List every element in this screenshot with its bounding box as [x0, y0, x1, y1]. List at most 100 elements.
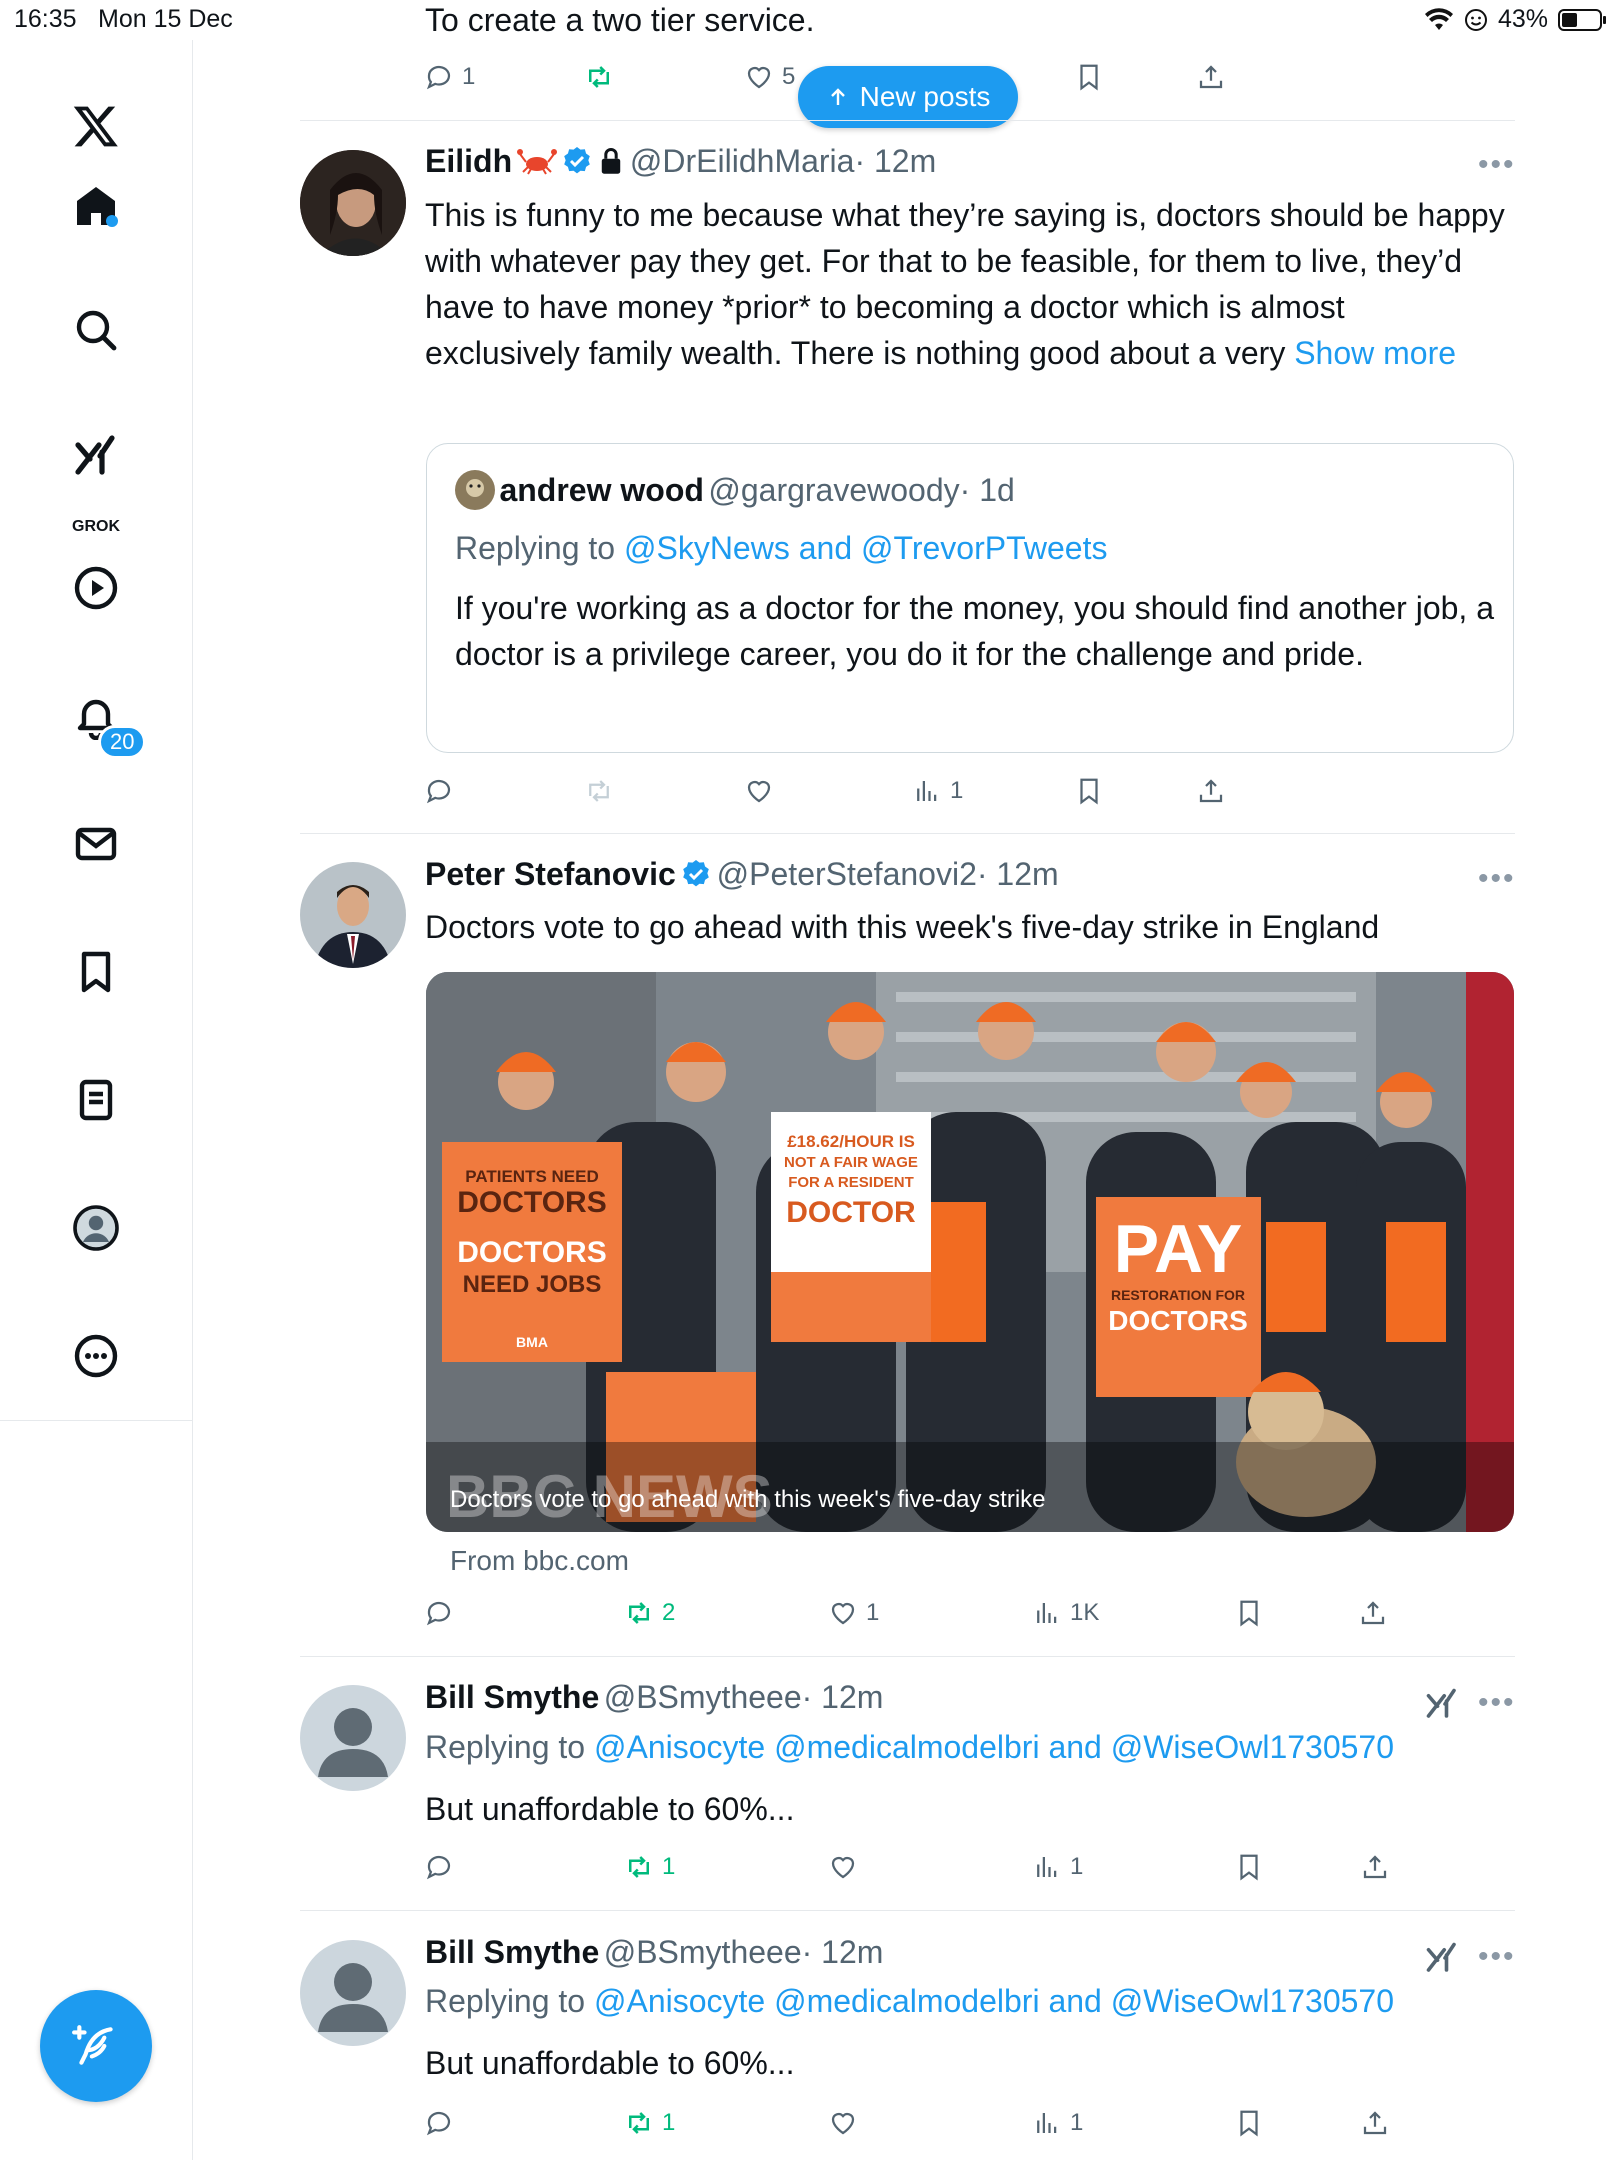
focus-icon — [1464, 8, 1487, 31]
reply-icon — [426, 779, 451, 804]
retweet-count: 1 — [662, 2109, 676, 2136]
replying-line: Replying to @Anisocyte @medicalmodelbri … — [425, 1983, 1394, 2020]
show-more-link[interactable]: Show more — [1294, 335, 1456, 371]
share-button[interactable] — [1196, 62, 1226, 92]
reply-button[interactable] — [424, 776, 454, 806]
post-actions: 2 1 1K — [424, 1598, 1424, 1638]
post-time: · 12m — [854, 143, 937, 179]
views-chart-icon — [917, 781, 937, 801]
quoted-post[interactable]: andrew wood @gargravewoody· 1d Replying … — [426, 443, 1514, 753]
more-options-icon[interactable]: ••• — [1478, 148, 1516, 182]
retweet-button[interactable] — [584, 62, 614, 92]
heart-icon — [747, 66, 771, 89]
bookmark-button[interactable] — [1234, 2108, 1264, 2138]
grok-icon[interactable] — [1424, 1686, 1460, 1727]
placard-text: £18.62/HOUR IS — [787, 1132, 915, 1151]
status-date: Mon 15 Dec — [98, 5, 233, 33]
author-handle[interactable]: @BSmytheee — [604, 1679, 802, 1715]
avatar[interactable] — [300, 1940, 406, 2046]
compose-post-button[interactable] — [40, 1990, 152, 2102]
reply-icon — [426, 65, 451, 90]
like-button[interactable]: 5 — [744, 62, 795, 92]
author-handle[interactable]: @BSmytheee — [604, 1934, 802, 1970]
author-name[interactable]: Peter Stefanovic — [425, 856, 676, 892]
reply-button[interactable] — [424, 2108, 454, 2138]
link-source[interactable]: From bbc.com — [450, 1545, 629, 1577]
grok-icon[interactable] — [60, 420, 132, 492]
post-header: Bill Smythe @BSmytheee· 12m — [425, 1934, 883, 1971]
replying-to-link[interactable]: @SkyNews and @TrevorPTweets — [624, 530, 1107, 566]
lock-icon — [602, 148, 621, 174]
like-button[interactable] — [744, 776, 774, 806]
new-posts-label: New posts — [859, 81, 991, 112]
post-actions: 1 1 — [424, 2108, 1424, 2148]
grok-icon[interactable] — [1424, 1940, 1460, 1981]
verified-badge-icon — [683, 860, 710, 887]
more-options-icon[interactable]: ••• — [1478, 1686, 1516, 1720]
reply-button[interactable] — [424, 1598, 454, 1628]
views-button[interactable]: 1K — [1032, 1598, 1099, 1628]
video-icon[interactable] — [60, 552, 132, 624]
placard-text: DOCTOR — [786, 1196, 916, 1229]
more-options-icon[interactable]: ••• — [1478, 1940, 1516, 1974]
author-name[interactable]: Bill Smythe — [425, 1934, 599, 1970]
quote-avatar — [455, 470, 495, 510]
like-button[interactable]: 1 — [828, 1598, 879, 1628]
home-icon[interactable] — [60, 170, 132, 242]
lists-icon[interactable] — [60, 1064, 132, 1136]
post-header: Bill Smythe @BSmytheee· 12m — [425, 1679, 883, 1716]
x-logo-icon[interactable] — [60, 90, 132, 162]
share-button[interactable] — [1360, 2108, 1390, 2138]
messages-icon[interactable] — [60, 808, 132, 880]
like-button[interactable] — [828, 2108, 858, 2138]
avatar[interactable] — [300, 150, 406, 256]
author-name[interactable]: Eilidh — [425, 143, 512, 179]
profile-avatar-icon[interactable] — [60, 1192, 132, 1264]
avatar[interactable] — [300, 862, 406, 968]
search-icon[interactable] — [60, 294, 132, 366]
replying-to-link[interactable]: @Anisocyte @medicalmodelbri and @WiseOwl… — [594, 1983, 1394, 2019]
retweet-icon — [629, 2112, 649, 2134]
author-handle[interactable]: @PeterStefanovi2 — [717, 856, 977, 892]
views-button[interactable]: 1 — [1032, 2108, 1083, 2138]
crab-emoji-icon — [516, 149, 557, 175]
more-options-icon[interactable]: ••• — [1478, 862, 1516, 896]
reply-button[interactable]: 1 — [424, 62, 475, 92]
post-separator — [300, 120, 1515, 121]
media-caption: Doctors vote to go ahead with this week'… — [450, 1486, 1046, 1513]
author-handle[interactable]: @DrEilidhMaria — [630, 143, 855, 179]
avatar[interactable] — [300, 1685, 406, 1791]
share-button[interactable] — [1358, 1598, 1388, 1628]
post-text: But unaffordable to 60%... — [425, 2045, 795, 2081]
reply-button[interactable] — [424, 1852, 454, 1882]
bookmarks-icon[interactable] — [60, 936, 132, 1008]
bookmark-button[interactable] — [1074, 62, 1104, 92]
news-image-card[interactable]: PATIENTS NEED DOCTORS DOCTORS NEED JOBS … — [426, 972, 1514, 1532]
views-count: 1 — [1070, 1853, 1084, 1880]
share-button[interactable] — [1196, 776, 1226, 806]
views-button[interactable]: 1 — [1032, 1852, 1083, 1882]
bookmark-button[interactable] — [1234, 1598, 1264, 1628]
retweet-button[interactable]: 1 — [624, 2108, 675, 2138]
views-chart-icon — [1037, 1603, 1057, 1623]
retweet-button[interactable]: 1 — [624, 1852, 675, 1882]
bookmark-icon — [1080, 778, 1098, 805]
author-name[interactable]: Bill Smythe — [425, 1679, 599, 1715]
bookmark-button[interactable] — [1234, 1852, 1264, 1882]
placard-text: FOR A RESIDENT — [788, 1174, 914, 1191]
more-options-icon[interactable] — [60, 1320, 132, 1392]
sidebar-divider — [0, 1420, 192, 1421]
like-count: 1 — [866, 1599, 880, 1626]
post-time: · 12m — [976, 856, 1059, 892]
views-chart-icon — [1037, 1857, 1057, 1877]
notification-badge: 20 — [98, 725, 147, 759]
retweet-button[interactable]: 2 — [624, 1598, 675, 1628]
new-posts-button[interactable]: New posts — [798, 66, 1018, 128]
bookmark-button[interactable] — [1074, 776, 1104, 806]
share-icon — [1361, 1601, 1385, 1625]
replying-to-link[interactable]: @Anisocyte @medicalmodelbri and @WiseOwl… — [594, 1729, 1394, 1765]
views-button[interactable]: 1 — [912, 776, 963, 806]
share-button[interactable] — [1360, 1852, 1390, 1882]
like-button[interactable] — [828, 1852, 858, 1882]
post-header: Peter Stefanovic @PeterStefanovi2· 12m — [425, 856, 1059, 893]
